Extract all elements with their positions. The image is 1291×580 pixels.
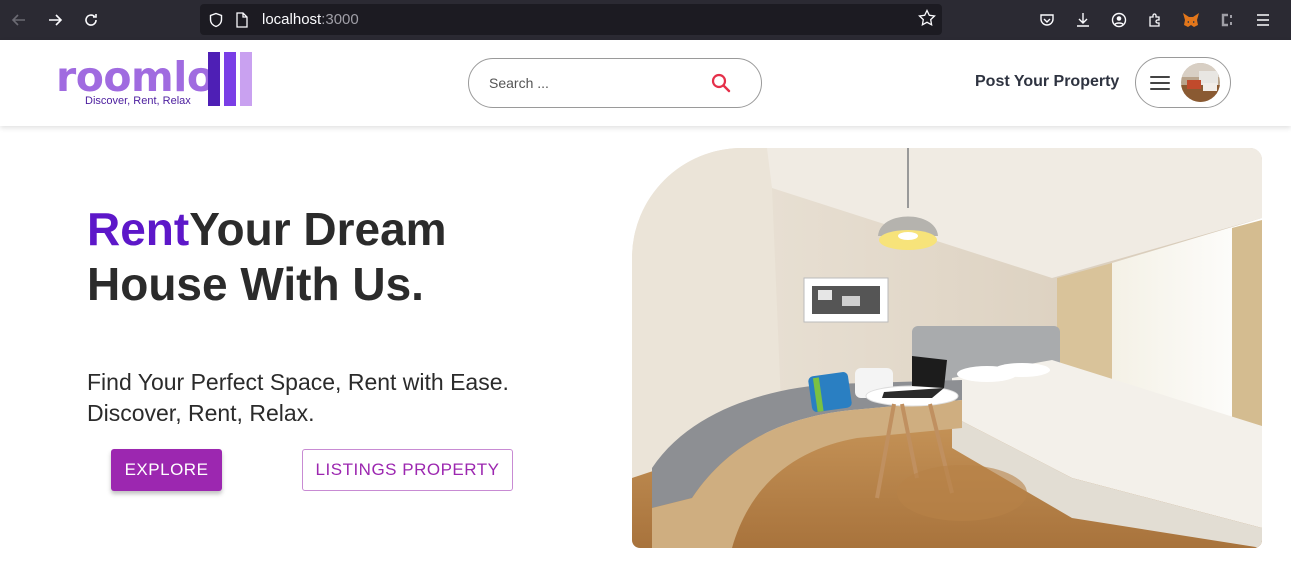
hamburger-icon [1150, 75, 1170, 90]
forward-button[interactable] [37, 0, 73, 40]
logo-bar [208, 52, 220, 106]
page-icon [232, 10, 252, 30]
logo[interactable]: roomlo Discover, Rent, Relax [56, 52, 256, 112]
hero-title: RentYour Dream House With Us. [87, 202, 537, 312]
search-icon[interactable] [711, 73, 731, 97]
arrow-left-icon [11, 14, 25, 26]
account-icon[interactable] [1101, 0, 1137, 40]
extension-c-icon[interactable] [1209, 0, 1245, 40]
address-bar[interactable]: localhost:3000 [200, 4, 942, 35]
hero-room-image [632, 148, 1262, 548]
metamask-fox-icon[interactable] [1173, 0, 1209, 40]
logo-bar [224, 52, 236, 106]
app-menu-icon[interactable] [1245, 0, 1281, 40]
shield-icon[interactable] [206, 10, 226, 30]
pocket-icon[interactable] [1029, 0, 1065, 40]
url-text: localhost:3000 [262, 11, 359, 28]
hero-title-accent: Rent [87, 203, 190, 255]
search-input[interactable] [489, 75, 699, 91]
extensions-icon[interactable] [1137, 0, 1173, 40]
listings-property-button[interactable]: LISTINGS PROPERTY [302, 449, 513, 491]
post-property-link[interactable]: Post Your Property [975, 73, 1119, 91]
back-button[interactable] [1, 0, 37, 40]
search-box[interactable] [468, 58, 762, 108]
reload-button[interactable] [73, 0, 109, 40]
avatar [1181, 63, 1220, 102]
hero-subtitle-line: Discover, Rent, Relax. [87, 400, 315, 426]
hero-subtitle-line: Find Your Perfect Space, Rent with Ease. [87, 369, 509, 395]
site-header: roomlo Discover, Rent, Relax Post Your P… [0, 40, 1291, 126]
reload-icon [85, 14, 97, 26]
explore-button[interactable]: EXPLORE [111, 449, 222, 491]
download-icon[interactable] [1065, 0, 1101, 40]
hero-subtitle: Find Your Perfect Space, Rent with Ease.… [87, 367, 547, 429]
logo-bar [240, 52, 252, 106]
arrow-right-icon [49, 14, 63, 26]
logo-tagline: Discover, Rent, Relax [85, 95, 191, 107]
bookmark-star-icon[interactable] [918, 8, 936, 31]
browser-toolbar: localhost:3000 [0, 0, 1291, 40]
logo-wordmark: roomlo [56, 53, 215, 101]
user-menu-button[interactable] [1135, 57, 1231, 108]
